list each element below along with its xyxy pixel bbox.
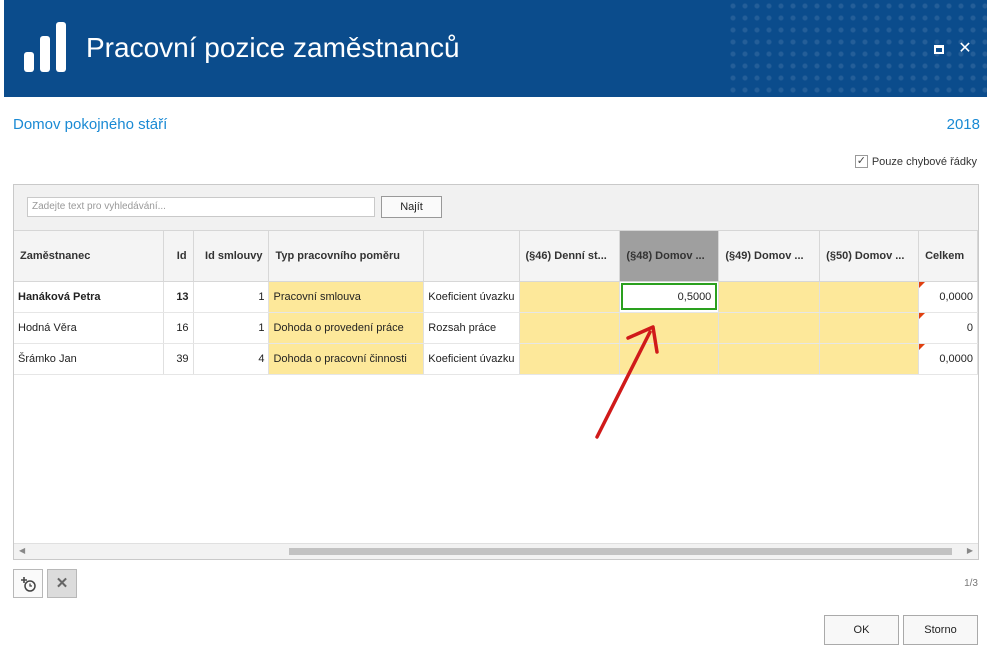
only-errors-label: Pouze chybové řádky: [871, 155, 977, 168]
cell-contract-id[interactable]: 1: [193, 281, 270, 313]
col-header-unit[interactable]: [423, 231, 520, 282]
cell-s50[interactable]: [819, 343, 920, 375]
organization-name: Domov pokojného stáří: [13, 116, 168, 133]
add-record-button[interactable]: [13, 569, 43, 598]
cell-employee[interactable]: Hanáková Petra: [14, 281, 164, 313]
table-row[interactable]: Hanáková Petra 13 1 Pracovní smlouva Koe…: [14, 281, 978, 313]
bar-chart-logo-icon: [24, 22, 66, 72]
cell-contract-id[interactable]: 4: [193, 343, 270, 375]
cell-unit[interactable]: Koeficient úvazku: [423, 281, 520, 313]
employees-grid: Zadejte text pro vyhledávání... Najít Za…: [13, 184, 979, 560]
cell-s46[interactable]: [519, 343, 621, 375]
cell-id[interactable]: 13: [163, 281, 194, 313]
col-header-contract-id[interactable]: Id smlouvy: [193, 231, 270, 282]
table-row[interactable]: Šrámko Jan 39 4 Dohoda o pracovní činnos…: [14, 343, 978, 375]
only-errors-checkbox[interactable]: ✓: [854, 155, 868, 168]
col-header-contract-type[interactable]: Typ pracovního poměru: [268, 231, 425, 282]
window-title: Pracovní pozice zaměstnanců: [86, 32, 460, 63]
cell-s50[interactable]: [819, 312, 920, 344]
cell-unit[interactable]: Koeficient úvazku: [423, 343, 520, 375]
scrollbar-thumb[interactable]: [289, 548, 952, 555]
cell-id[interactable]: 39: [163, 343, 194, 375]
col-header-s50[interactable]: (§50) Domov ...: [819, 231, 920, 282]
col-header-employee[interactable]: Zaměstnanec: [14, 231, 164, 282]
year-label: 2018: [946, 116, 980, 133]
cell-s50[interactable]: [819, 281, 920, 313]
cell-s46[interactable]: [519, 281, 621, 313]
scroll-left-icon[interactable]: ◀: [19, 546, 25, 555]
title-bar-pattern: [727, 0, 987, 97]
scroll-right-icon[interactable]: ▶: [967, 546, 973, 555]
col-header-s48[interactable]: (§48) Domov ...: [619, 231, 720, 282]
cell-s49[interactable]: [718, 281, 821, 313]
horizontal-scrollbar[interactable]: ◀ ▶: [14, 543, 978, 559]
table-row[interactable]: Hodná Věra 16 1 Dohoda o provedení práce…: [14, 312, 978, 344]
cell-total[interactable]: 0: [918, 312, 978, 344]
cancel-button[interactable]: Storno: [903, 615, 978, 645]
cell-s48-editor[interactable]: 0,5000: [621, 283, 718, 310]
cell-s48[interactable]: [619, 343, 720, 375]
cell-total[interactable]: 0,0000: [918, 343, 978, 375]
find-button[interactable]: Najít: [381, 196, 442, 218]
positions-table: Zaměstnanec Id Id smlouvy Typ pracovního…: [14, 231, 978, 375]
cell-s48-selected[interactable]: 0,5000: [619, 281, 720, 313]
col-header-s49[interactable]: (§49) Domov ...: [718, 231, 821, 282]
maximize-button[interactable]: [930, 40, 948, 58]
cell-contract-type[interactable]: Dohoda o provedení práce: [268, 312, 425, 344]
cell-s48[interactable]: [619, 312, 720, 344]
close-icon: ✕: [55, 575, 69, 592]
cell-unit[interactable]: Rozsah práce: [423, 312, 520, 344]
cell-contract-type[interactable]: Dohoda o pracovní činnosti: [268, 343, 425, 375]
add-clock-icon: [21, 577, 36, 592]
search-input[interactable]: Zadejte text pro vyhledávání...: [27, 197, 375, 217]
cell-contract-id[interactable]: 1: [193, 312, 270, 344]
cell-id[interactable]: 16: [163, 312, 194, 344]
cell-employee[interactable]: Hodná Věra: [14, 312, 164, 344]
cell-s49[interactable]: [718, 343, 821, 375]
maximize-icon: [934, 45, 944, 54]
ok-button[interactable]: OK: [824, 615, 899, 645]
search-bar: Zadejte text pro vyhledávání... Najít: [14, 185, 978, 231]
col-header-id[interactable]: Id: [163, 231, 194, 282]
col-header-s46[interactable]: (§46) Denní st...: [519, 231, 621, 282]
cell-total[interactable]: 0,0000: [918, 281, 978, 313]
page-indicator: 1/3: [964, 578, 978, 589]
close-window-button[interactable]: ✕: [956, 40, 974, 58]
delete-record-button[interactable]: ✕: [47, 569, 77, 598]
cell-s49[interactable]: [718, 312, 821, 344]
table-header: Zaměstnanec Id Id smlouvy Typ pracovního…: [14, 231, 978, 282]
title-bar: Pracovní pozice zaměstnanců ✕: [4, 0, 987, 97]
cell-s46[interactable]: [519, 312, 621, 344]
cell-employee[interactable]: Šrámko Jan: [14, 343, 164, 375]
col-header-total[interactable]: Celkem: [918, 231, 978, 282]
cell-contract-type[interactable]: Pracovní smlouva: [268, 281, 425, 313]
only-errors-filter[interactable]: ✓ Pouze chybové řádky: [854, 155, 977, 168]
